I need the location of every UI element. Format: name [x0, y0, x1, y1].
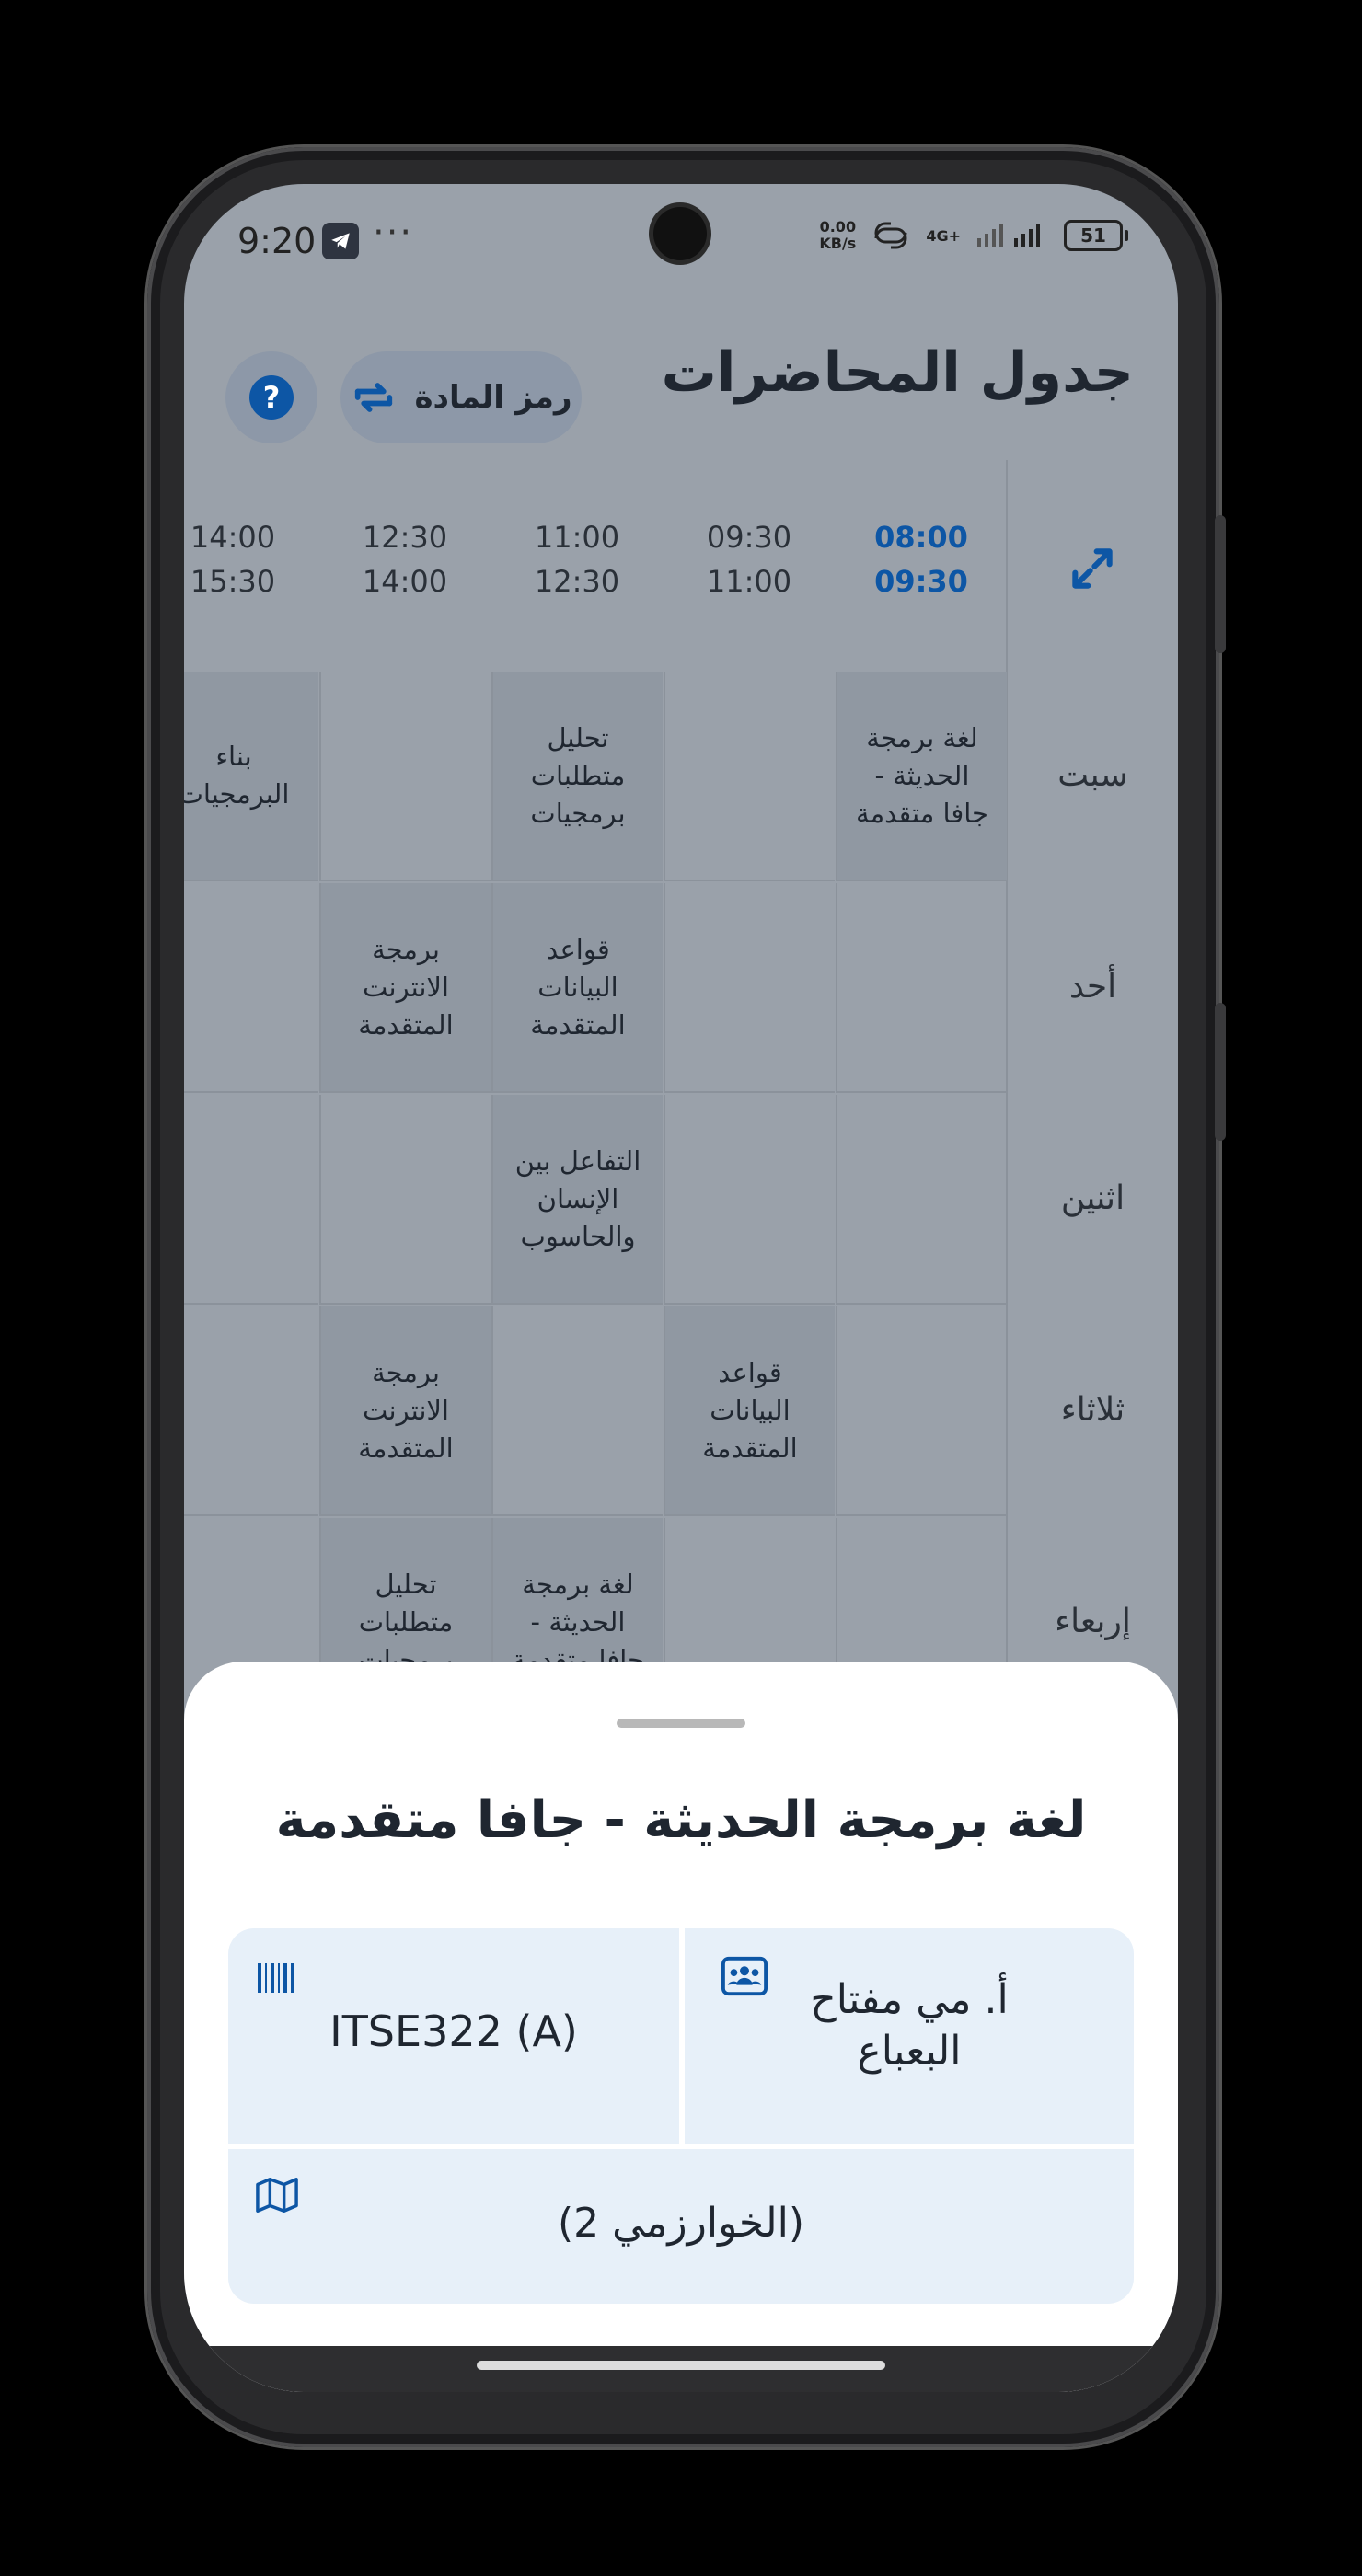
status-bar: 9:20 ··· 0.00 KB/s 4G+ 51	[184, 184, 1178, 304]
time-start: 08:00	[874, 520, 968, 555]
day-label: ثلاثاء	[1060, 1391, 1125, 1429]
timetable-cell	[319, 672, 491, 881]
timetable-cell[interactable]: بناء البرمجيات	[184, 672, 318, 881]
timetable-cell	[836, 883, 1007, 1093]
timetable-cell	[664, 883, 835, 1093]
timetable-cell[interactable]: برمجة الانترنت المتقدمة	[319, 1306, 491, 1516]
course-name: لغة برمجة الحديثة - جافا متقدمة	[856, 721, 988, 829]
power-button	[1215, 1003, 1226, 1141]
timetable-cell	[664, 672, 835, 881]
expand-icon[interactable]	[1067, 543, 1118, 594]
front-camera	[653, 207, 707, 260]
hotspot-icon	[874, 222, 907, 249]
time-end: 14:00	[362, 564, 448, 599]
signal-icon	[977, 224, 1040, 247]
timetable-cell	[184, 1095, 318, 1305]
course-code-button[interactable]: رمز المادة	[340, 351, 582, 443]
status-right: 0.00 KB/s 4G+ 51	[819, 218, 1128, 252]
location-value: (الخوارزمي 2)	[557, 2200, 805, 2247]
time-end: 15:30	[190, 564, 276, 599]
sheet-drag-handle[interactable]	[617, 1719, 745, 1728]
time-start: 12:30	[362, 520, 448, 555]
course-name: تحليل متطلبات برمجيات	[530, 721, 626, 829]
time-slot-header: 08:00 09:30	[836, 515, 1007, 604]
timetable-cell	[836, 1095, 1007, 1305]
home-gesture-bar[interactable]	[477, 2361, 885, 2370]
network-type: 4G+	[926, 226, 961, 245]
help-button[interactable]: ?	[225, 351, 317, 443]
timetable-cell	[491, 1306, 663, 1516]
page-title: جدول المحاضرات	[661, 340, 1134, 405]
timetable-cell	[184, 883, 318, 1093]
timetable-cell[interactable]: قواعد البيانات المتقدمة	[491, 883, 663, 1093]
timetable-cell[interactable]: تحليل متطلبات برمجيات	[491, 672, 663, 881]
course-name: قواعد البيانات المتقدمة	[702, 1356, 798, 1464]
course-name: برمجة الانترنت المتقدمة	[358, 933, 454, 1041]
time-start: 09:30	[706, 520, 792, 555]
swap-icon	[355, 383, 393, 412]
time-end: 12:30	[534, 564, 620, 599]
day-label: سبت	[1057, 756, 1128, 794]
instructor-name: أ. مي مفتاح البعباع	[810, 1976, 1009, 2075]
navigation-bar	[184, 2346, 1178, 2392]
help-icon: ?	[249, 375, 294, 420]
timetable-cell[interactable]: التفاعل بين الإنسان والحاسوب	[491, 1095, 663, 1305]
timetable-cell[interactable]: برمجة الانترنت المتقدمة	[319, 883, 491, 1093]
time-end: 11:00	[706, 564, 792, 599]
instructor-card: أ. مي مفتاح البعباع	[685, 1928, 1134, 2144]
time-start: 14:00	[190, 520, 276, 555]
volume-button	[1215, 515, 1226, 653]
timetable-cell	[664, 1095, 835, 1305]
course-name: قواعد البيانات المتقدمة	[530, 933, 626, 1041]
barcode-icon	[258, 1963, 294, 1993]
timetable-cell[interactable]: قواعد البيانات المتقدمة	[664, 1306, 835, 1516]
time-start: 11:00	[534, 520, 620, 555]
day-label: إربعاء	[1055, 1603, 1131, 1640]
time-end: 09:30	[874, 564, 968, 599]
timetable-cell	[319, 1095, 491, 1305]
timetable-cell[interactable]: لغة برمجة الحديثة - جافا متقدمة	[836, 672, 1007, 881]
day-label: أحد	[1068, 968, 1117, 1006]
time-slot-header: 11:00 12:30	[491, 515, 663, 604]
course-detail-sheet: لغة برمجة الحديثة - جافا متقدمة أ. مي مف…	[184, 1662, 1178, 2392]
course-name: برمجة الانترنت المتقدمة	[358, 1356, 454, 1464]
location-card: (الخوارزمي 2)	[228, 2149, 1134, 2304]
timetable-cell	[836, 1306, 1007, 1516]
course-code-value: ITSE322 (A)	[329, 2007, 578, 2056]
course-code-button-label: رمز المادة	[414, 379, 572, 416]
course-title: لغة برمجة الحديثة - جافا متقدمة	[275, 1790, 1087, 1850]
time-slot-header: 12:30 14:00	[319, 515, 491, 604]
course-code-card: ITSE322 (A)	[228, 1928, 679, 2144]
status-time: 9:20	[237, 221, 317, 261]
more-notifications: ···	[373, 212, 414, 254]
time-slot-header: 14:00 15:30	[184, 515, 318, 604]
net-speed: 0.00 KB/s	[819, 218, 857, 252]
day-label: اثنين	[1060, 1179, 1125, 1217]
timetable-cell	[184, 1306, 318, 1516]
course-name: التفاعل بين الإنسان والحاسوب	[514, 1144, 641, 1252]
screen: 9:20 ··· 0.00 KB/s 4G+ 51 جدول المحاضرات…	[184, 184, 1178, 2392]
course-name: بناء البرمجيات	[184, 741, 290, 810]
app-bar: جدول المحاضرات رمز المادة ?	[184, 304, 1178, 443]
telegram-icon	[322, 223, 359, 259]
battery-icon: 51	[1064, 220, 1128, 251]
time-slot-header: 09:30 11:00	[664, 515, 835, 604]
